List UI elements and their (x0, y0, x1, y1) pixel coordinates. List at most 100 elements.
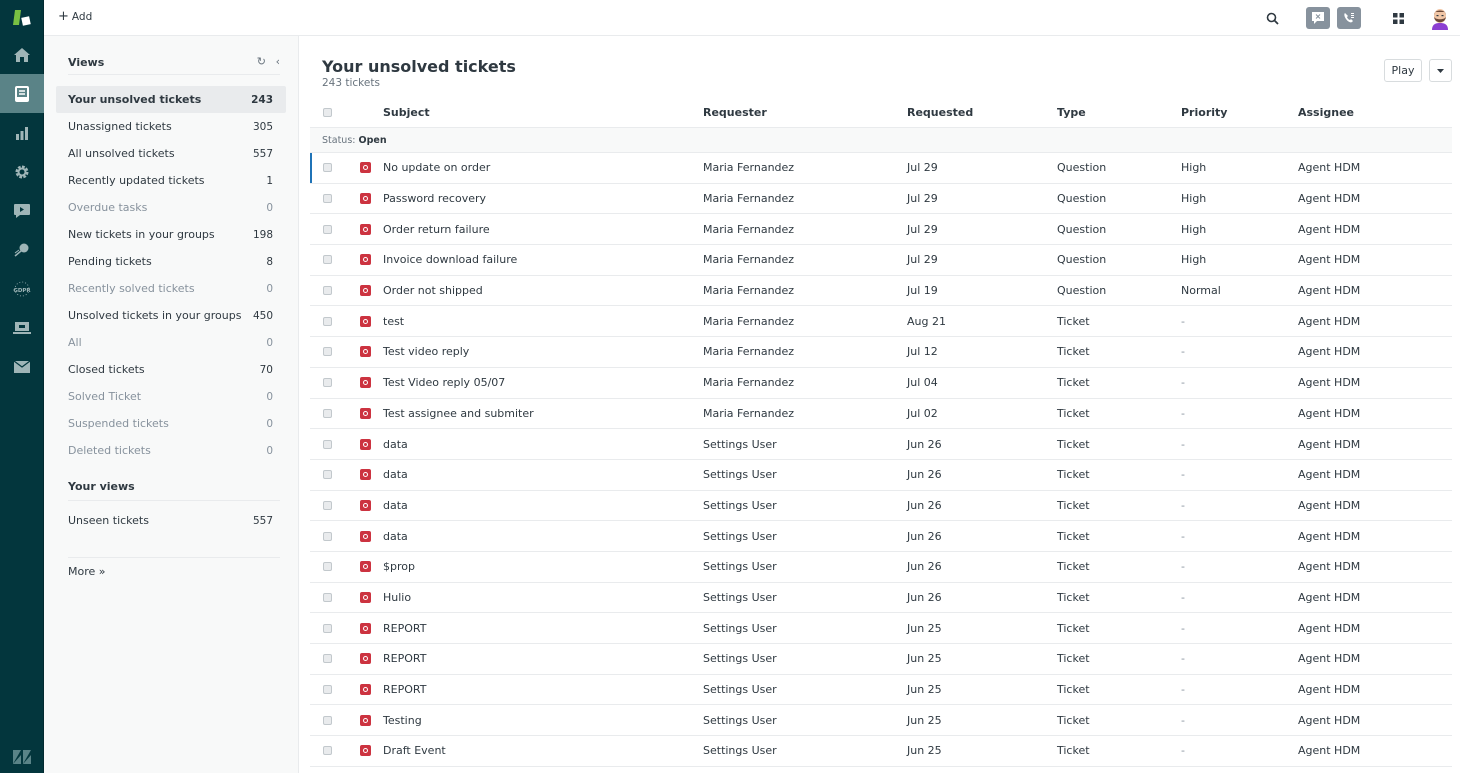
view-item[interactable]: New tickets in your groups 198 (56, 221, 286, 248)
view-item[interactable]: Solved Ticket 0 (56, 383, 286, 410)
table-row[interactable]: data Settings User Jun 26 Ticket - Agent… (310, 460, 1452, 491)
apps-button[interactable] (1388, 12, 1408, 24)
row-checkbox[interactable] (322, 224, 332, 234)
view-item[interactable]: Unassigned tickets 305 (56, 113, 286, 140)
your-view-item[interactable]: Unseen tickets 557 (56, 507, 286, 534)
row-checkbox[interactable] (322, 500, 332, 510)
ticket-subject[interactable]: Test Video reply 05/07 (383, 376, 703, 389)
zendesk-logo[interactable] (0, 749, 44, 765)
ticket-subject[interactable]: REPORT (383, 683, 703, 696)
ticket-subject[interactable]: Password recovery (383, 192, 703, 205)
table-row[interactable]: data Settings User Jun 26 Ticket - Agent… (310, 491, 1452, 522)
ticket-subject[interactable]: Hulio (383, 591, 703, 604)
view-item[interactable]: Suspended tickets 0 (56, 410, 286, 437)
ticket-subject[interactable]: Test assignee and submiter (383, 407, 703, 420)
row-checkbox[interactable] (322, 562, 332, 572)
view-item[interactable]: Your unsolved tickets 243 (56, 86, 286, 113)
view-item[interactable]: Recently updated tickets 1 (56, 167, 286, 194)
view-item[interactable]: Unsolved tickets in your groups 450 (56, 302, 286, 329)
row-checkbox[interactable] (322, 439, 332, 449)
add-button[interactable]: + Add (58, 10, 92, 23)
view-item[interactable]: All unsolved tickets 557 (56, 140, 286, 167)
play-dropdown-button[interactable] (1429, 59, 1452, 82)
user-avatar[interactable] (1428, 6, 1452, 30)
more-views-link[interactable]: More » (68, 565, 106, 578)
collapse-icon[interactable]: ‹ (276, 55, 280, 68)
table-row[interactable]: Draft Event Settings User Jun 25 Ticket … (310, 736, 1452, 767)
table-row[interactable]: Test assignee and submiter Maria Fernand… (310, 399, 1452, 430)
table-row[interactable]: data Settings User Jun 26 Ticket - Agent… (310, 521, 1452, 552)
chat-status-button[interactable] (1306, 7, 1330, 29)
row-checkbox[interactable] (322, 194, 332, 204)
table-row[interactable]: Test Video reply 05/07 Maria Fernandez J… (310, 368, 1452, 399)
ticket-subject[interactable]: No update on order (383, 161, 703, 174)
row-checkbox[interactable] (322, 592, 332, 602)
row-checkbox[interactable] (322, 470, 332, 480)
view-item[interactable]: Pending tickets 8 (56, 248, 286, 275)
ticket-subject[interactable]: data (383, 438, 703, 451)
table-row[interactable]: Testing Settings User Jun 25 Ticket - Ag… (310, 705, 1452, 737)
nav-mail[interactable] (0, 347, 44, 386)
nav-reporting[interactable] (0, 113, 44, 152)
talk-status-button[interactable] (1337, 7, 1361, 29)
nav-admin[interactable] (0, 152, 44, 191)
row-checkbox[interactable] (322, 378, 332, 388)
ticket-subject[interactable]: Draft Event (383, 744, 703, 757)
view-item[interactable]: Closed tickets 70 (56, 356, 286, 383)
column-subject[interactable]: Subject (383, 106, 703, 119)
column-requested[interactable]: Requested (907, 106, 1057, 119)
nav-chat[interactable] (0, 191, 44, 230)
row-checkbox[interactable] (322, 685, 332, 695)
nav-gdpr[interactable]: GDPR (0, 269, 44, 308)
ticket-subject[interactable]: Order not shipped (383, 284, 703, 297)
row-checkbox[interactable] (322, 347, 332, 357)
view-item[interactable]: Recently solved tickets 0 (56, 275, 286, 302)
ticket-subject[interactable]: Test video reply (383, 345, 703, 358)
nav-home[interactable] (0, 35, 44, 74)
row-checkbox[interactable] (322, 531, 332, 541)
column-assignee[interactable]: Assignee (1298, 106, 1438, 119)
nav-explore[interactable] (0, 230, 44, 269)
row-checkbox[interactable] (322, 163, 332, 173)
nav-views[interactable] (0, 74, 44, 113)
row-checkbox[interactable] (322, 746, 332, 756)
column-priority[interactable]: Priority (1181, 106, 1298, 119)
row-checkbox[interactable] (322, 623, 332, 633)
select-all-checkbox[interactable] (322, 108, 332, 117)
table-row[interactable]: $prop Settings User Jun 26 Ticket - Agen… (310, 552, 1452, 583)
row-checkbox[interactable] (322, 654, 332, 664)
table-row[interactable]: REPORT Settings User Jun 25 Ticket - Age… (310, 613, 1452, 644)
search-button[interactable] (1260, 12, 1284, 25)
table-row[interactable]: test Maria Fernandez Aug 21 Ticket - Age… (310, 306, 1452, 338)
ticket-subject[interactable]: Order return failure (383, 223, 703, 236)
ticket-subject[interactable]: REPORT (383, 622, 703, 635)
row-checkbox[interactable] (322, 715, 332, 725)
row-checkbox[interactable] (322, 408, 332, 418)
ticket-subject[interactable]: data (383, 499, 703, 512)
nav-laptop[interactable] (0, 308, 44, 347)
column-type[interactable]: Type (1057, 106, 1181, 119)
ticket-subject[interactable]: $prop (383, 560, 703, 573)
table-row[interactable]: Order return failure Maria Fernandez Jul… (310, 214, 1452, 246)
table-row[interactable]: Order not shipped Maria Fernandez Jul 19… (310, 276, 1452, 307)
ticket-subject[interactable]: Testing (383, 714, 703, 727)
table-row[interactable]: REPORT Settings User Jun 25 Ticket - Age… (310, 675, 1452, 706)
row-checkbox[interactable] (322, 286, 332, 296)
view-item[interactable]: All 0 (56, 329, 286, 356)
row-checkbox[interactable] (322, 316, 332, 326)
column-requester[interactable]: Requester (703, 106, 907, 119)
ticket-subject[interactable]: test (383, 315, 703, 328)
table-row[interactable]: Hulio Settings User Jun 26 Ticket - Agen… (310, 583, 1452, 614)
row-checkbox[interactable] (322, 255, 332, 265)
view-item[interactable]: Deleted tickets 0 (56, 437, 286, 464)
table-row[interactable]: Test video reply Maria Fernandez Jul 12 … (310, 337, 1452, 368)
table-row[interactable]: data Settings User Jun 26 Ticket - Agent… (310, 429, 1452, 460)
ticket-subject[interactable]: Invoice download failure (383, 253, 703, 266)
ticket-subject[interactable]: data (383, 468, 703, 481)
table-row[interactable]: Invoice download failure Maria Fernandez… (310, 245, 1452, 276)
ticket-subject[interactable]: REPORT (383, 652, 703, 665)
table-row[interactable]: No update on order Maria Fernandez Jul 2… (310, 153, 1452, 184)
play-button[interactable]: Play (1384, 59, 1422, 82)
table-row[interactable]: REPORT Settings User Jun 25 Ticket - Age… (310, 644, 1452, 675)
view-item[interactable]: Overdue tasks 0 (56, 194, 286, 221)
